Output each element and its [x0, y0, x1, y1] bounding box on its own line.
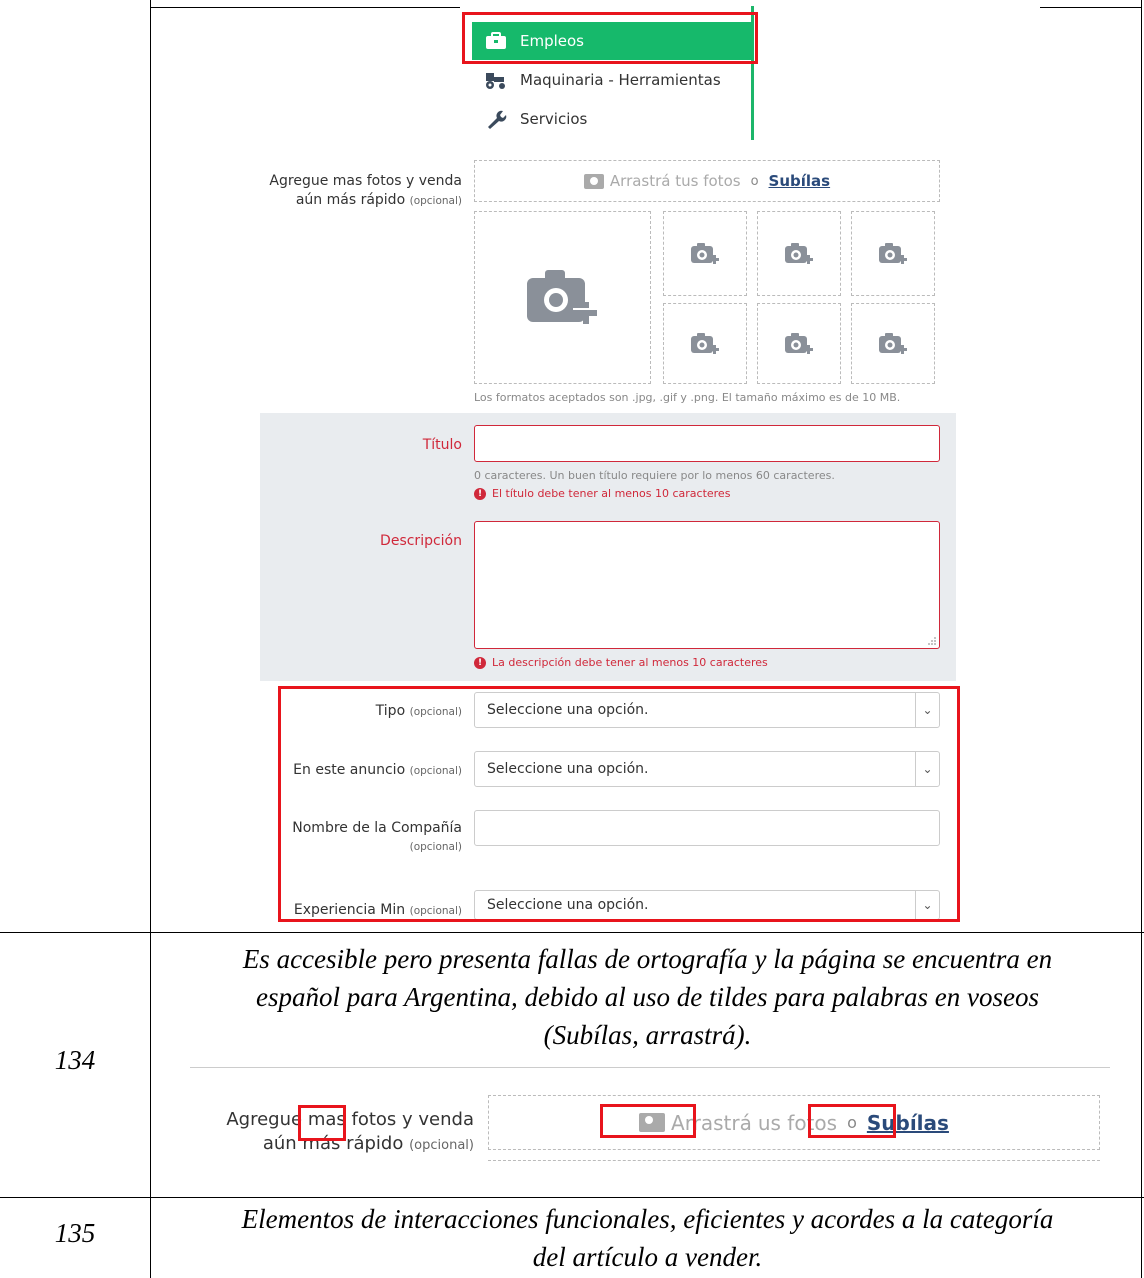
photo-slot[interactable]	[851, 211, 935, 296]
highlight-box	[808, 1104, 896, 1138]
photo-slot[interactable]	[663, 303, 747, 384]
zoom-photo-slots-edge	[488, 1160, 1100, 1168]
zoom-photo-dropzone[interactable]: Arrastrá us fotos o Subílas	[488, 1095, 1100, 1150]
add-photo-icon	[879, 332, 907, 354]
highlight-box	[298, 1105, 346, 1141]
photo-slot[interactable]	[757, 211, 841, 296]
menu-item-maquinaria[interactable]: Maquinaria - Herramientas	[472, 61, 752, 99]
photo-slot[interactable]	[663, 211, 747, 296]
add-photo-icon	[691, 332, 719, 354]
row-comment: Es accesible pero presenta fallas de ort…	[242, 944, 1053, 1050]
resize-handle-icon[interactable]	[927, 636, 936, 645]
photo-slot-main[interactable]	[474, 211, 651, 384]
add-photo-icon	[785, 332, 813, 354]
title-input[interactable]	[474, 425, 940, 462]
menu-item-servicios[interactable]: Servicios	[472, 100, 752, 138]
description-error: ! La descripción debe tener al menos 10 …	[474, 656, 768, 669]
upload-link[interactable]: Subílas	[769, 172, 831, 190]
error-icon: !	[474, 656, 486, 669]
add-photo-icon	[785, 242, 813, 264]
add-photo-icon	[526, 269, 599, 324]
description-textarea[interactable]	[474, 521, 940, 649]
title-error: ! El título debe tener al menos 10 carac…	[474, 487, 730, 500]
row-number: 135	[54, 1218, 96, 1248]
column-divider	[150, 0, 151, 1278]
photo-dropzone[interactable]: Arrastrá tus fotos o Subílas	[474, 160, 940, 202]
row-number: 134	[54, 1045, 96, 1075]
menu-item-label: Servicios	[520, 110, 588, 128]
row-divider	[0, 932, 1144, 933]
table-right-border	[1141, 0, 1142, 1278]
photo-slot[interactable]	[757, 303, 841, 384]
highlight-box	[278, 686, 960, 922]
add-photo-icon	[691, 242, 719, 264]
divider	[190, 1067, 1110, 1068]
highlight-box	[600, 1104, 696, 1138]
table-top-border	[150, 7, 460, 8]
photo-slot[interactable]	[851, 303, 935, 384]
wrench-icon	[484, 108, 508, 130]
table-top-border	[1040, 7, 1142, 8]
title-hint: 0 caracteres. Un buen título requiere po…	[474, 469, 835, 482]
row-divider	[0, 1197, 1144, 1198]
menu-item-label: Maquinaria - Herramientas	[520, 71, 721, 89]
tractor-icon	[484, 69, 508, 91]
description-label: Descripción	[380, 533, 462, 549]
formats-hint: Los formatos aceptados son .jpg, .gif y …	[474, 391, 901, 404]
camera-icon	[583, 173, 604, 189]
highlight-box	[462, 12, 758, 64]
row-comment: Elementos de interacciones funcionales, …	[241, 1204, 1054, 1272]
title-label: Título	[422, 437, 462, 453]
photos-label: Agregue mas fotos y venda aún más rápido…	[269, 173, 462, 208]
document-table: Empleos Maquinaria - Herramientas Servic…	[0, 0, 1144, 1278]
error-icon: !	[474, 487, 486, 500]
add-photo-icon	[879, 242, 907, 264]
